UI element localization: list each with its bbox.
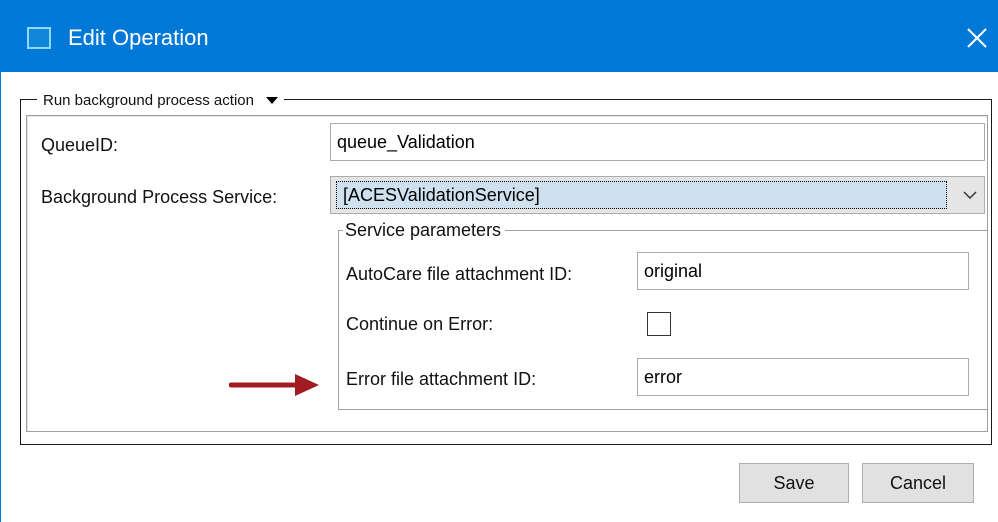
save-button[interactable]: Save (739, 463, 849, 503)
window-title: Edit Operation (68, 25, 209, 50)
queue-id-label: QueueID: (41, 135, 119, 155)
edit-operation-dialog: Edit Operation Run background process ac… (0, 0, 998, 522)
background-process-service-select[interactable]: [ACESValidationService] (330, 176, 985, 214)
title-bar: Edit Operation (1, 0, 998, 72)
autocare-attachment-label: AutoCare file attachment ID: (346, 264, 573, 284)
autocare-attachment-input[interactable] (637, 252, 969, 290)
error-attachment-label: Error file attachment ID: (346, 369, 537, 389)
error-attachment-input[interactable] (637, 358, 969, 396)
continue-on-error-label: Continue on Error: (346, 314, 494, 334)
service-selected-value: [ACESValidationService] (336, 181, 947, 209)
background-process-service-label: Background Process Service: (41, 187, 278, 207)
queue-id-input[interactable] (330, 123, 985, 161)
caret-down-icon (265, 97, 278, 104)
close-button[interactable] (961, 22, 993, 54)
service-parameters-legend: Service parameters (343, 219, 506, 241)
cancel-button[interactable]: Cancel (862, 463, 974, 503)
window-icon (27, 27, 51, 49)
close-icon (967, 28, 987, 48)
action-group-legend[interactable]: Run background process action (37, 90, 284, 110)
continue-on-error-checkbox[interactable] (647, 312, 671, 336)
chevron-down-icon (963, 191, 977, 200)
action-group-legend-label: Run background process action (43, 91, 254, 109)
arrow-right-icon (229, 374, 319, 396)
